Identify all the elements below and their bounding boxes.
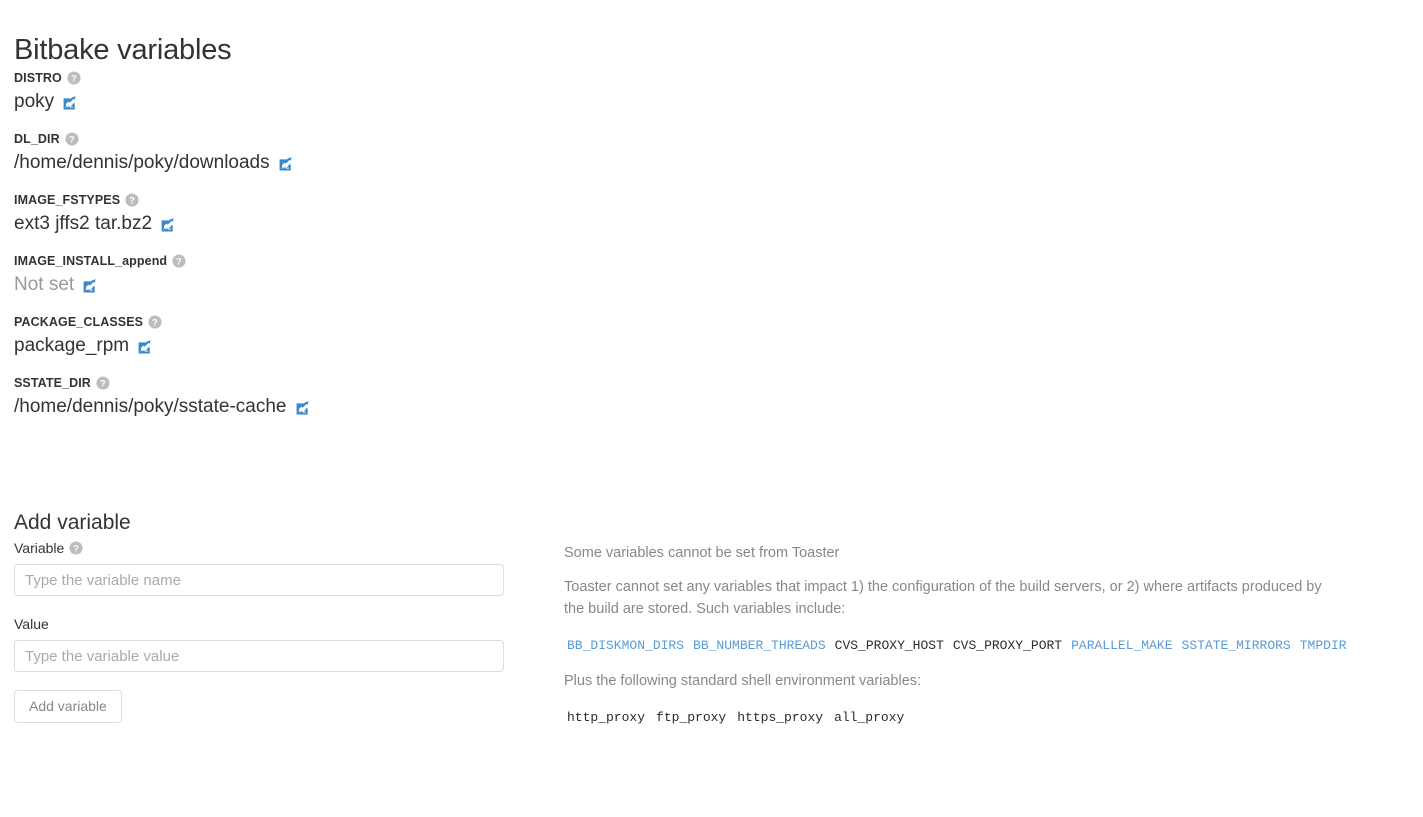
- bitbake-variables-list: DISTRO? poky DL_DIR? /home/dennis/poky/down…: [14, 70, 534, 436]
- edit-pencil-square-icon[interactable]: [160, 217, 176, 233]
- svg-text:?: ?: [74, 543, 80, 553]
- restricted-variable-link[interactable]: SSTATE_MIRRORS: [1182, 638, 1291, 653]
- bitbake-variable-name: DISTRO: [14, 71, 62, 85]
- variable-name-label: Variable ?: [14, 538, 506, 558]
- restricted-variable-link[interactable]: PARALLEL_MAKE: [1071, 638, 1172, 653]
- bitbake-variable-label: DISTRO?: [14, 70, 534, 86]
- edit-pencil-square-icon[interactable]: [62, 95, 78, 111]
- bitbake-variable-value-row: /home/dennis/poky/downloads: [14, 150, 534, 176]
- restricted-variables-info-panel: Some variables cannot be set from Toaste…: [564, 543, 1347, 728]
- bitbake-variable-row: IMAGE_FSTYPES? ext3 jffs2 tar.bz2: [14, 192, 534, 237]
- svg-text:?: ?: [176, 256, 182, 266]
- bitbake-variable-label: IMAGE_FSTYPES?: [14, 192, 534, 208]
- bitbake-variable-label: PACKAGE_CLASSES?: [14, 314, 534, 330]
- bitbake-variable-value: Not set: [14, 274, 75, 295]
- svg-text:?: ?: [129, 195, 135, 205]
- bitbake-variable-value: poky: [14, 91, 55, 112]
- bitbake-variable-label: SSTATE_DIR?: [14, 375, 534, 391]
- svg-text:?: ?: [100, 378, 106, 388]
- bitbake-variable-value-row: poky: [14, 89, 534, 115]
- svg-text:?: ?: [71, 73, 77, 83]
- bitbake-variable-row: DISTRO? poky: [14, 70, 534, 115]
- page-title: Bitbake variables: [14, 34, 232, 67]
- help-circle-icon[interactable]: ?: [65, 132, 79, 146]
- help-circle-icon[interactable]: ?: [69, 541, 83, 555]
- bitbake-variable-row: PACKAGE_CLASSES? package_rpm: [14, 314, 534, 359]
- bitbake-variable-value: /home/dennis/poky/sstate-cache: [14, 396, 287, 417]
- restricted-variable-link[interactable]: BB_NUMBER_THREADS: [693, 638, 826, 653]
- edit-pencil-square-icon[interactable]: [82, 278, 98, 294]
- shell-variable-text: https_proxy: [737, 710, 824, 725]
- help-circle-icon[interactable]: ?: [67, 71, 81, 85]
- bitbake-variable-value: ext3 jffs2 tar.bz2: [14, 213, 153, 234]
- bitbake-variable-value: /home/dennis/poky/downloads: [14, 152, 270, 173]
- info-panel-heading: Some variables cannot be set from Toaste…: [564, 545, 840, 561]
- shell-variable-text: ftp_proxy: [656, 710, 727, 725]
- bitbake-variable-value-row: package_rpm: [14, 333, 534, 359]
- bitbake-variable-label: IMAGE_INSTALL_append?: [14, 253, 534, 269]
- bitbake-variable-name: DL_DIR: [14, 132, 60, 146]
- bitbake-variable-name: SSTATE_DIR: [14, 376, 91, 390]
- restricted-variable-text: CVS_PROXY_HOST: [834, 638, 944, 653]
- shell-variables-intro: Plus the following standard shell enviro…: [564, 673, 922, 689]
- add-variable-heading: Add variable: [14, 511, 131, 535]
- bitbake-variable-label: DL_DIR?: [14, 131, 534, 147]
- bitbake-variable-value: package_rpm: [14, 335, 130, 356]
- variable-name-label-text: Variable: [14, 540, 65, 556]
- bitbake-variable-value-row: ext3 jffs2 tar.bz2: [14, 211, 534, 237]
- restricted-variable-chip-list: BB_DISKMON_DIRS BB_NUMBER_THREADS CVS_PROX…: [564, 634, 1347, 656]
- restricted-variable-link[interactable]: TMPDIR: [1300, 638, 1347, 653]
- variable-value-label: Value: [14, 614, 506, 634]
- svg-text:?: ?: [69, 134, 75, 144]
- help-circle-icon[interactable]: ?: [172, 254, 186, 268]
- info-panel-paragraph: Toaster cannot set any variables that im…: [564, 579, 1322, 617]
- help-circle-icon[interactable]: ?: [125, 193, 139, 207]
- shell-variable-text: all_proxy: [834, 710, 905, 725]
- bitbake-variable-value-row: Not set: [14, 272, 534, 298]
- restricted-variable-link[interactable]: BB_DISKMON_DIRS: [567, 638, 684, 653]
- edit-pencil-square-icon[interactable]: [278, 156, 294, 172]
- bitbake-variable-name: IMAGE_INSTALL_append: [14, 254, 168, 268]
- variable-name-input[interactable]: [14, 564, 504, 596]
- help-circle-icon[interactable]: ?: [96, 376, 110, 390]
- bitbake-variables-page: Bitbake variables DISTRO? poky DL_DIR? /hom…: [0, 0, 1423, 817]
- variable-value-input[interactable]: [14, 640, 504, 672]
- bitbake-variable-row: DL_DIR? /home/dennis/poky/downloads: [14, 131, 534, 176]
- shell-variable-text: http_proxy: [567, 710, 646, 725]
- bitbake-variable-row: SSTATE_DIR? /home/dennis/poky/sstate-cach…: [14, 375, 534, 420]
- edit-pencil-square-icon[interactable]: [137, 339, 153, 355]
- restricted-variable-text: CVS_PROXY_PORT: [952, 638, 1063, 653]
- bitbake-variable-row: IMAGE_INSTALL_append? Not set: [14, 253, 534, 298]
- shell-variable-chip-list: http_proxy ftp_proxy https_proxy all_proxy: [564, 706, 1344, 728]
- edit-pencil-square-icon[interactable]: [295, 400, 311, 416]
- add-variable-form: Variable ? Value Add variable: [14, 538, 506, 723]
- bitbake-variable-value-row: /home/dennis/poky/sstate-cache: [14, 394, 534, 420]
- add-variable-submit-button[interactable]: Add variable: [14, 690, 122, 723]
- svg-text:?: ?: [152, 317, 158, 327]
- bitbake-variable-name: PACKAGE_CLASSES: [14, 315, 144, 329]
- help-circle-icon[interactable]: ?: [148, 315, 162, 329]
- variable-value-label-text: Value: [14, 616, 49, 632]
- bitbake-variable-name: IMAGE_FSTYPES: [14, 193, 121, 207]
